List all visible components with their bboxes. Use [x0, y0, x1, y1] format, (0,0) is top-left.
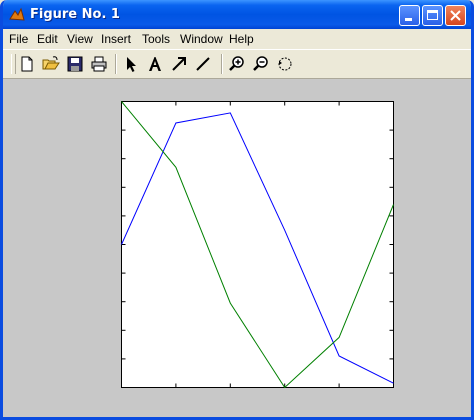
- new-figure-icon[interactable]: [18, 55, 36, 73]
- print-icon[interactable]: [90, 55, 108, 73]
- insert-line-icon[interactable]: [194, 55, 212, 73]
- menu-help[interactable]: Help: [229, 32, 254, 46]
- figure-toolbar: [3, 49, 471, 79]
- close-icon: [450, 10, 461, 21]
- save-icon[interactable]: [66, 55, 84, 73]
- close-button[interactable]: [445, 5, 466, 26]
- toolbar-separator: [221, 54, 223, 74]
- minimize-button[interactable]: [399, 5, 420, 26]
- open-file-icon[interactable]: [42, 55, 60, 73]
- menu-bar: File Edit View Insert Tools Window Help: [3, 29, 471, 49]
- maximize-button[interactable]: [422, 5, 443, 26]
- menu-edit[interactable]: Edit: [37, 32, 58, 46]
- matlab-logo-icon: [9, 7, 25, 21]
- menu-tools[interactable]: Tools: [142, 32, 170, 46]
- menu-window[interactable]: Window: [180, 32, 223, 46]
- insert-arrow-icon[interactable]: [170, 55, 188, 73]
- toolbar-grip[interactable]: [11, 54, 16, 74]
- maximize-icon: [427, 10, 438, 20]
- zoom-in-icon[interactable]: [228, 55, 246, 73]
- window-title: Figure No. 1: [30, 7, 120, 22]
- insert-text-icon[interactable]: [146, 55, 164, 73]
- toolbar-separator: [115, 54, 117, 74]
- rotate-3d-icon[interactable]: [276, 55, 294, 73]
- plot-svg: [121, 101, 394, 389]
- figure-canvas: [3, 79, 471, 417]
- figure-window: Figure No. 1 File Edit View Insert Tools…: [0, 0, 474, 420]
- menu-view[interactable]: View: [67, 32, 93, 46]
- title-bar[interactable]: Figure No. 1: [3, 0, 471, 29]
- zoom-out-icon[interactable]: [252, 55, 270, 73]
- minimize-icon: [405, 18, 412, 21]
- menu-file[interactable]: File: [9, 32, 28, 46]
- edit-plot-arrow-icon[interactable]: [122, 55, 140, 73]
- menu-insert[interactable]: Insert: [101, 32, 131, 46]
